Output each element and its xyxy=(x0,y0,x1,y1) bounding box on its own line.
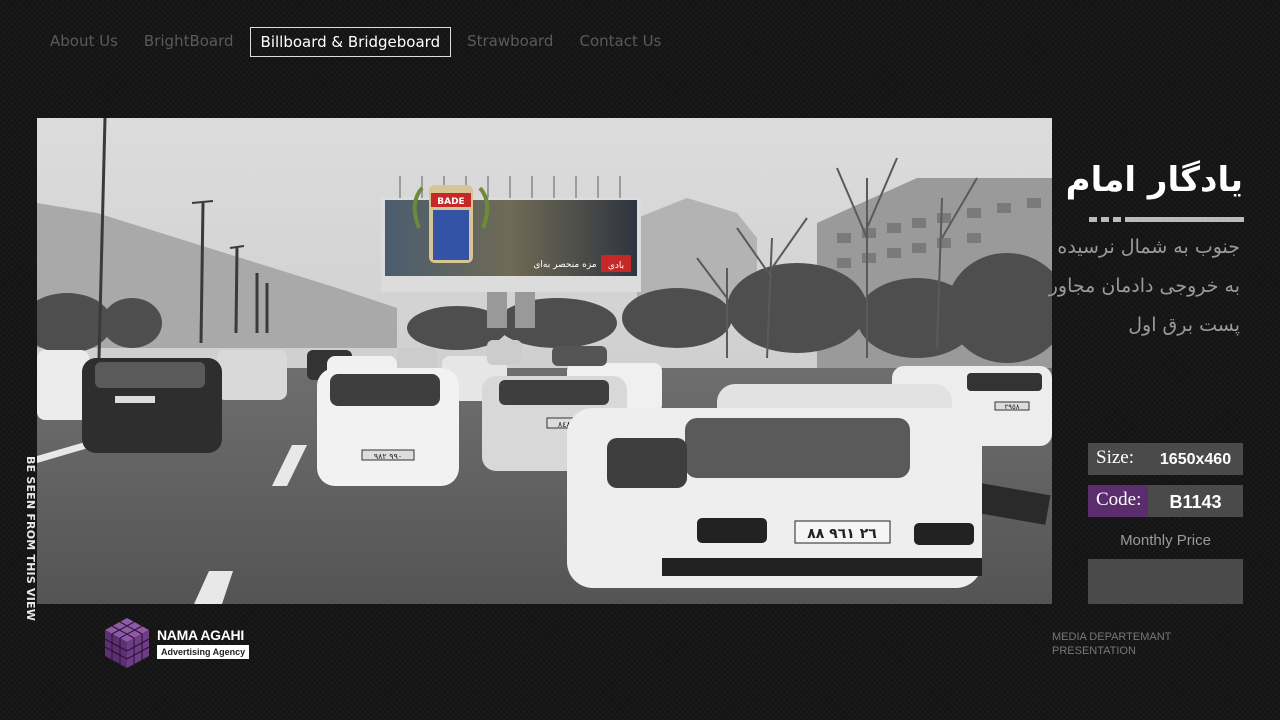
location-title: یادگار امام xyxy=(1065,160,1243,200)
nav-brightboard[interactable]: BrightBoard xyxy=(134,27,244,55)
agency-logo[interactable]: NAMA AGAHI Advertising Agency xyxy=(103,616,250,670)
cube-logo-icon xyxy=(104,618,150,668)
title-divider xyxy=(1089,217,1244,222)
location-description: جنوب به شمال نرسیده به خروجی دادمان مجاو… xyxy=(1048,236,1240,336)
plate-center: ٩٩٠ ٩٨٢ xyxy=(374,452,402,461)
billboard-brand-text: BADE xyxy=(437,197,464,207)
footer-text: MEDIA DEPARTEMANT PRESENTATION xyxy=(1052,630,1171,658)
size-value: 1650x460 xyxy=(1159,451,1232,468)
top-nav: About Us BrightBoard Billboard & Bridgeb… xyxy=(40,27,677,57)
nav-strawboard[interactable]: Strawboard xyxy=(457,27,563,55)
code-value: B1143 xyxy=(1169,492,1222,512)
code-label: Code: xyxy=(1088,485,1148,517)
footer-line-1: MEDIA DEPARTEMANT xyxy=(1052,631,1172,643)
nav-about-us[interactable]: About Us xyxy=(40,27,128,55)
billboard-slogan-text: مزه منحصر به‌ای xyxy=(533,260,596,270)
nav-billboard-bridgeboard[interactable]: Billboard & Bridgeboard xyxy=(249,27,452,57)
billboard-location-photo: BADE بادی مزه منحصر به‌ای xyxy=(37,118,1052,604)
size-label: Size: xyxy=(1096,447,1134,468)
footer-line-2: PRESENTATION xyxy=(1052,645,1136,657)
side-caption: BE SEEN FROM THIS VIEW xyxy=(24,456,37,622)
monthly-price-value xyxy=(1088,559,1243,604)
plate-front: ٢٦ ٩٦١ ٨٨ xyxy=(807,526,877,542)
plate-right: ٢٩٥٨ xyxy=(1004,403,1019,411)
agency-tagline: Advertising Agency xyxy=(157,645,250,659)
monthly-price-label: Monthly Price xyxy=(1120,532,1211,549)
nav-contact-us[interactable]: Contact Us xyxy=(569,27,671,55)
billboard-logo-text: بادی xyxy=(608,261,624,271)
code-row: Code: B1143 xyxy=(1088,485,1243,517)
agency-name: NAMA AGAHI xyxy=(157,627,244,643)
size-row: Size: 1650x460 xyxy=(1088,443,1243,475)
